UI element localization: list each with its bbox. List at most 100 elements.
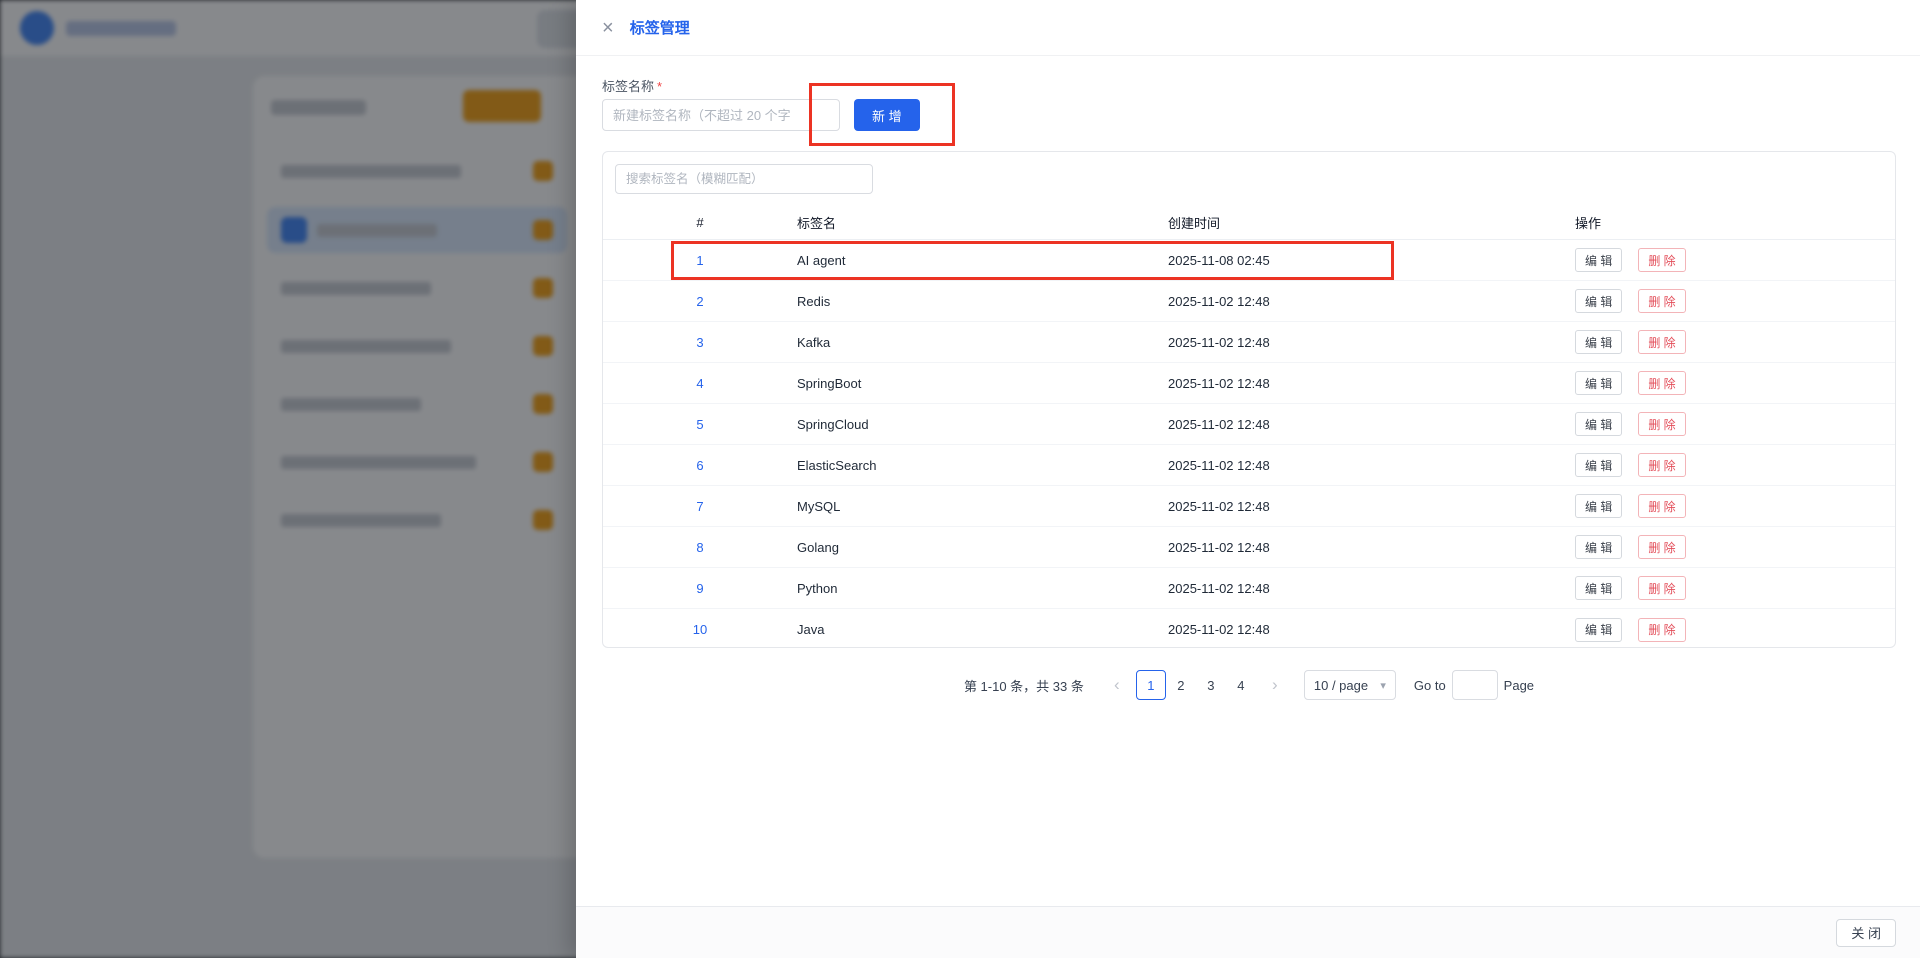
- tag-name: AI agent: [797, 253, 1168, 268]
- table-header-row: # 标签名 创建时间 操作: [603, 206, 1895, 240]
- row-index: 1: [603, 253, 797, 268]
- page-label: Page: [1504, 678, 1534, 693]
- row-actions: 编 辑 删 除: [1575, 576, 1895, 600]
- edit-button[interactable]: 编 辑: [1575, 289, 1622, 313]
- row-actions: 编 辑 删 除: [1575, 535, 1895, 559]
- delete-button[interactable]: 删 除: [1638, 576, 1685, 600]
- search-tag-input[interactable]: [615, 164, 873, 194]
- row-index: 8: [603, 540, 797, 555]
- table-row: 2 Redis 2025-11-02 12:48 编 辑 删 除: [603, 281, 1895, 322]
- tag-name: SpringBoot: [797, 376, 1168, 391]
- row-index: 3: [603, 335, 797, 350]
- page-size-value: 10 / page: [1314, 678, 1368, 693]
- close-drawer-button[interactable]: 关 闭: [1836, 919, 1896, 947]
- label-text: 标签名称: [602, 79, 654, 94]
- row-index: 6: [603, 458, 797, 473]
- row-actions: 编 辑 删 除: [1575, 412, 1895, 436]
- edit-button[interactable]: 编 辑: [1575, 453, 1622, 477]
- row-index: 2: [603, 294, 797, 309]
- row-actions: 编 辑 删 除: [1575, 494, 1895, 518]
- delete-button[interactable]: 删 除: [1638, 494, 1685, 518]
- row-index: 10: [603, 622, 797, 637]
- row-actions: 编 辑 删 除: [1575, 453, 1895, 477]
- delete-button[interactable]: 删 除: [1638, 412, 1685, 436]
- edit-button[interactable]: 编 辑: [1575, 576, 1622, 600]
- edit-button[interactable]: 编 辑: [1575, 371, 1622, 395]
- page-number-button[interactable]: 1: [1136, 670, 1166, 700]
- total-count-text: 第 1-10 条，共 33 条: [964, 676, 1084, 695]
- page-number-list: 1234: [1136, 670, 1256, 700]
- header-tag-name: 标签名: [797, 213, 1168, 232]
- prev-page-icon[interactable]: ‹: [1104, 670, 1130, 700]
- add-tag-button[interactable]: 新 增: [854, 99, 920, 131]
- tag-name: Kafka: [797, 335, 1168, 350]
- header-created-time: 创建时间: [1168, 213, 1575, 232]
- delete-button[interactable]: 删 除: [1638, 453, 1685, 477]
- tag-name: SpringCloud: [797, 417, 1168, 432]
- created-time: 2025-11-02 12:48: [1168, 458, 1575, 473]
- page-number-button[interactable]: 2: [1166, 670, 1196, 700]
- close-icon[interactable]: ×: [602, 18, 614, 38]
- row-actions: 编 辑 删 除: [1575, 618, 1895, 642]
- created-time: 2025-11-02 12:48: [1168, 622, 1575, 637]
- delete-button[interactable]: 删 除: [1638, 618, 1685, 642]
- delete-button[interactable]: 删 除: [1638, 330, 1685, 354]
- required-asterisk: *: [657, 79, 662, 94]
- header-index: #: [603, 215, 797, 230]
- table-row: 5 SpringCloud 2025-11-02 12:48 编 辑 删 除: [603, 404, 1895, 445]
- delete-button[interactable]: 删 除: [1638, 289, 1685, 313]
- tag-name-label: 标签名称*: [602, 76, 1896, 91]
- page-number-button[interactable]: 3: [1196, 670, 1226, 700]
- tag-name: Redis: [797, 294, 1168, 309]
- tag-table-card: # 标签名 创建时间 操作 1 AI agent 2025-11-08 02:4…: [602, 151, 1896, 648]
- tag-name: Python: [797, 581, 1168, 596]
- row-actions: 编 辑 删 除: [1575, 289, 1895, 313]
- header-actions: 操作: [1575, 213, 1895, 232]
- edit-button[interactable]: 编 辑: [1575, 330, 1622, 354]
- delete-button[interactable]: 删 除: [1638, 371, 1685, 395]
- page-size-select[interactable]: 10 / page ▾: [1304, 670, 1396, 700]
- created-time: 2025-11-02 12:48: [1168, 376, 1575, 391]
- chevron-down-icon: ▾: [1380, 679, 1386, 692]
- row-index: 7: [603, 499, 797, 514]
- pagination-bar: 第 1-10 条，共 33 条 ‹ 1234 › 10 / page ▾ Go …: [602, 670, 1896, 700]
- tag-management-drawer: × 标签管理 标签名称* 新 增 # 标签名 创建时间 操作 1 AI agen…: [576, 0, 1920, 958]
- tag-name: Golang: [797, 540, 1168, 555]
- row-index: 5: [603, 417, 797, 432]
- page-number-button[interactable]: 4: [1226, 670, 1256, 700]
- table-row: 1 AI agent 2025-11-08 02:45 编 辑 删 除: [603, 240, 1895, 281]
- drawer-footer: 关 闭: [576, 906, 1920, 958]
- created-time: 2025-11-02 12:48: [1168, 417, 1575, 432]
- row-actions: 编 辑 删 除: [1575, 371, 1895, 395]
- table-row: 7 MySQL 2025-11-02 12:48 编 辑 删 除: [603, 486, 1895, 527]
- tag-name: Java: [797, 622, 1168, 637]
- new-tag-name-input[interactable]: [602, 99, 840, 131]
- row-actions: 编 辑 删 除: [1575, 248, 1895, 272]
- tag-name: ElasticSearch: [797, 458, 1168, 473]
- table-row: 3 Kafka 2025-11-02 12:48 编 辑 删 除: [603, 322, 1895, 363]
- created-time: 2025-11-02 12:48: [1168, 540, 1575, 555]
- edit-button[interactable]: 编 辑: [1575, 535, 1622, 559]
- create-tag-form: 新 增: [602, 99, 1896, 131]
- drawer-body: 标签名称* 新 增 # 标签名 创建时间 操作 1 AI agent 2025-…: [576, 56, 1920, 906]
- tag-name: MySQL: [797, 499, 1168, 514]
- delete-button[interactable]: 删 除: [1638, 535, 1685, 559]
- edit-button[interactable]: 编 辑: [1575, 412, 1622, 436]
- edit-button[interactable]: 编 辑: [1575, 494, 1622, 518]
- created-time: 2025-11-08 02:45: [1168, 253, 1575, 268]
- table-row: 10 Java 2025-11-02 12:48 编 辑 删 除: [603, 609, 1895, 648]
- created-time: 2025-11-02 12:48: [1168, 294, 1575, 309]
- table-row: 9 Python 2025-11-02 12:48 编 辑 删 除: [603, 568, 1895, 609]
- delete-button[interactable]: 删 除: [1638, 248, 1685, 272]
- edit-button[interactable]: 编 辑: [1575, 618, 1622, 642]
- drawer-header: × 标签管理: [576, 0, 1920, 56]
- created-time: 2025-11-02 12:48: [1168, 499, 1575, 514]
- next-page-icon[interactable]: ›: [1262, 670, 1288, 700]
- table-row: 4 SpringBoot 2025-11-02 12:48 编 辑 删 除: [603, 363, 1895, 404]
- goto-page-input[interactable]: [1452, 670, 1498, 700]
- row-actions: 编 辑 删 除: [1575, 330, 1895, 354]
- edit-button[interactable]: 编 辑: [1575, 248, 1622, 272]
- row-index: 4: [603, 376, 797, 391]
- table-row: 8 Golang 2025-11-02 12:48 编 辑 删 除: [603, 527, 1895, 568]
- row-index: 9: [603, 581, 797, 596]
